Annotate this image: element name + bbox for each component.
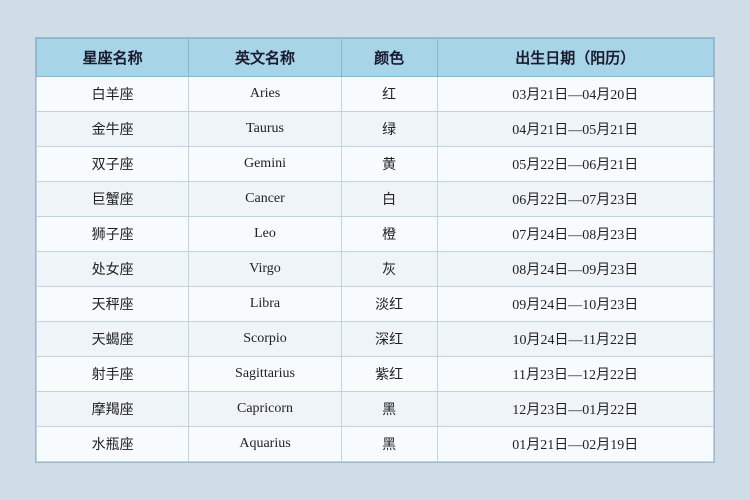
cell-chinese-name: 天蝎座 <box>37 322 189 357</box>
cell-english-name: Sagittarius <box>189 357 341 392</box>
cell-dates: 05月22日—06月21日 <box>437 147 713 182</box>
cell-chinese-name: 处女座 <box>37 252 189 287</box>
cell-dates: 03月21日—04月20日 <box>437 77 713 112</box>
cell-color: 黑 <box>341 392 437 427</box>
table-row: 处女座Virgo灰08月24日—09月23日 <box>37 252 714 287</box>
cell-color: 深红 <box>341 322 437 357</box>
cell-chinese-name: 射手座 <box>37 357 189 392</box>
cell-english-name: Capricorn <box>189 392 341 427</box>
cell-dates: 09月24日—10月23日 <box>437 287 713 322</box>
cell-color: 淡红 <box>341 287 437 322</box>
cell-english-name: Virgo <box>189 252 341 287</box>
cell-chinese-name: 金牛座 <box>37 112 189 147</box>
header-dates: 出生日期（阳历） <box>437 39 713 77</box>
cell-chinese-name: 双子座 <box>37 147 189 182</box>
table-header-row: 星座名称 英文名称 颜色 出生日期（阳历） <box>37 39 714 77</box>
cell-color: 黑 <box>341 427 437 462</box>
cell-color: 橙 <box>341 217 437 252</box>
cell-chinese-name: 狮子座 <box>37 217 189 252</box>
cell-english-name: Aquarius <box>189 427 341 462</box>
cell-english-name: Scorpio <box>189 322 341 357</box>
header-color: 颜色 <box>341 39 437 77</box>
table-row: 狮子座Leo橙07月24日—08月23日 <box>37 217 714 252</box>
table-row: 水瓶座Aquarius黑01月21日—02月19日 <box>37 427 714 462</box>
cell-chinese-name: 白羊座 <box>37 77 189 112</box>
cell-chinese-name: 天秤座 <box>37 287 189 322</box>
cell-color: 紫红 <box>341 357 437 392</box>
cell-color: 灰 <box>341 252 437 287</box>
cell-dates: 04月21日—05月21日 <box>437 112 713 147</box>
cell-english-name: Gemini <box>189 147 341 182</box>
header-english-name: 英文名称 <box>189 39 341 77</box>
cell-english-name: Cancer <box>189 182 341 217</box>
cell-chinese-name: 摩羯座 <box>37 392 189 427</box>
table-row: 金牛座Taurus绿04月21日—05月21日 <box>37 112 714 147</box>
table-row: 巨蟹座Cancer白06月22日—07月23日 <box>37 182 714 217</box>
cell-english-name: Aries <box>189 77 341 112</box>
cell-dates: 07月24日—08月23日 <box>437 217 713 252</box>
zodiac-table-container: 星座名称 英文名称 颜色 出生日期（阳历） 白羊座Aries红03月21日—04… <box>35 37 715 463</box>
cell-dates: 08月24日—09月23日 <box>437 252 713 287</box>
cell-color: 黄 <box>341 147 437 182</box>
cell-chinese-name: 水瓶座 <box>37 427 189 462</box>
cell-dates: 01月21日—02月19日 <box>437 427 713 462</box>
zodiac-table: 星座名称 英文名称 颜色 出生日期（阳历） 白羊座Aries红03月21日—04… <box>36 38 714 462</box>
cell-english-name: Leo <box>189 217 341 252</box>
cell-dates: 06月22日—07月23日 <box>437 182 713 217</box>
cell-english-name: Taurus <box>189 112 341 147</box>
cell-color: 红 <box>341 77 437 112</box>
cell-dates: 12月23日—01月22日 <box>437 392 713 427</box>
cell-dates: 10月24日—11月22日 <box>437 322 713 357</box>
table-row: 白羊座Aries红03月21日—04月20日 <box>37 77 714 112</box>
cell-dates: 11月23日—12月22日 <box>437 357 713 392</box>
table-row: 天蝎座Scorpio深红10月24日—11月22日 <box>37 322 714 357</box>
cell-color: 绿 <box>341 112 437 147</box>
table-row: 射手座Sagittarius紫红11月23日—12月22日 <box>37 357 714 392</box>
table-row: 摩羯座Capricorn黑12月23日—01月22日 <box>37 392 714 427</box>
header-chinese-name: 星座名称 <box>37 39 189 77</box>
cell-chinese-name: 巨蟹座 <box>37 182 189 217</box>
cell-english-name: Libra <box>189 287 341 322</box>
table-row: 双子座Gemini黄05月22日—06月21日 <box>37 147 714 182</box>
cell-color: 白 <box>341 182 437 217</box>
table-row: 天秤座Libra淡红09月24日—10月23日 <box>37 287 714 322</box>
